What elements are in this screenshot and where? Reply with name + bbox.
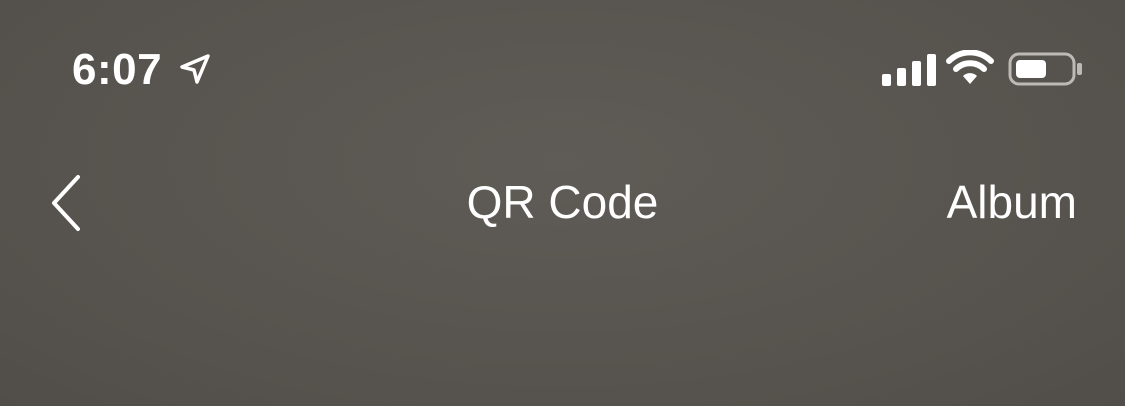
cellular-signal-icon <box>882 54 936 86</box>
location-arrow-icon <box>178 52 212 86</box>
wifi-icon <box>946 49 994 86</box>
status-bar: 6:07 <box>0 0 1125 140</box>
album-button[interactable]: Album <box>947 176 1077 228</box>
status-time: 6:07 <box>72 45 163 94</box>
navigation-bar: QR Code Album <box>0 150 1125 260</box>
battery-icon <box>1008 52 1084 86</box>
